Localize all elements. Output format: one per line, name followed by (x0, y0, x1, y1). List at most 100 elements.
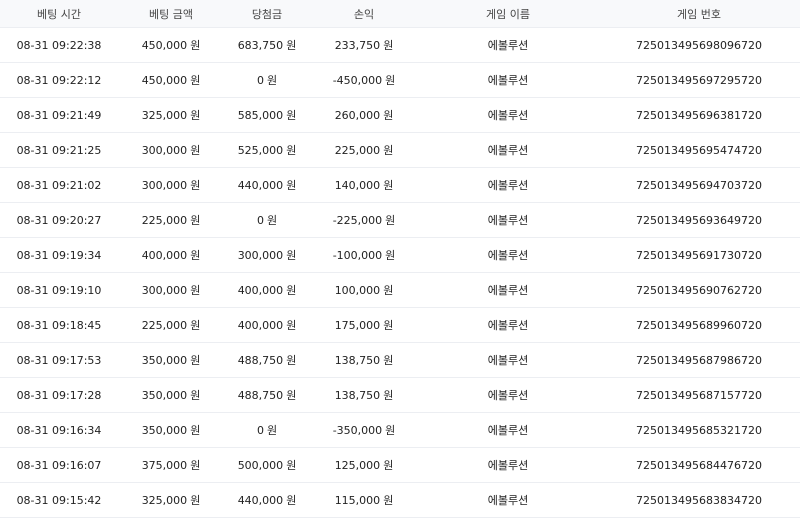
currency-unit: 원 (190, 319, 201, 332)
cell-game-id-value: 725013495695474720 (636, 143, 762, 157)
currency-unit: 원 (385, 424, 396, 437)
cell-profit-loss: -450,000 원 (310, 72, 418, 88)
cell-game-id: 725013495698096720 (598, 39, 800, 52)
cell-game-id: 725013495697295720 (598, 74, 800, 87)
cell-bet-time: 08-31 09:19:10 (0, 284, 118, 297)
cell-bet-amount-value: 450,000 (141, 74, 188, 87)
cell-winnings: 300,000 원 (224, 247, 310, 263)
cell-game-id: 725013495689960720 (598, 319, 800, 332)
currency-unit: 원 (286, 249, 297, 262)
cell-game-name: 에볼루션 (418, 457, 598, 473)
cell-bet-time-value: 08-31 09:20:27 (16, 213, 102, 227)
currency-unit: 원 (190, 249, 201, 262)
table-row[interactable]: 08-31 09:20:27 225,000 원 0 원 -225,000 원 에볼루션 725… (0, 203, 800, 238)
cell-bet-amount: 350,000 원 (118, 387, 224, 403)
cell-bet-amount: 300,000 원 (118, 142, 224, 158)
cell-winnings-value: 488,750 (237, 389, 284, 402)
currency-unit: 원 (385, 74, 396, 87)
currency-unit: 원 (286, 109, 297, 122)
cell-game-name-value: 에볼루션 (487, 354, 529, 367)
cell-profit-loss: 138,750 원 (310, 352, 418, 368)
cell-bet-time-value: 08-31 09:19:10 (16, 283, 102, 297)
table-row[interactable]: 08-31 09:19:34 400,000 원 300,000 원 -100,000 원 에… (0, 238, 800, 273)
currency-unit: 원 (190, 39, 201, 52)
table-row[interactable]: 08-31 09:17:28 350,000 원 488,750 원 138,750 원 에볼… (0, 378, 800, 413)
currency-unit: 원 (286, 494, 297, 507)
cell-bet-time: 08-31 09:22:12 (0, 74, 118, 87)
currency-unit: 원 (385, 249, 396, 262)
table-header: 베팅 시간 베팅 금액 당첨금 손익 게임 이름 게임 번호 (0, 0, 800, 28)
cell-game-id: 725013495687986720 (598, 354, 800, 367)
cell-winnings: 500,000 원 (224, 457, 310, 473)
table-row[interactable]: 08-31 09:21:25 300,000 원 525,000 원 225,000 원 에볼… (0, 133, 800, 168)
cell-bet-time-value: 08-31 09:16:34 (16, 423, 102, 437)
cell-bet-time-value: 08-31 09:17:28 (16, 388, 102, 402)
cell-bet-amount-value: 350,000 (141, 389, 188, 402)
cell-winnings: 0원 (224, 212, 310, 228)
cell-bet-time: 08-31 09:15:42 (0, 494, 118, 507)
cell-profit-loss: 100,000 원 (310, 282, 418, 298)
cell-bet-amount-value: 225,000 (141, 319, 188, 332)
cell-bet-amount-value: 300,000 (141, 179, 188, 192)
table-row[interactable]: 08-31 09:17:53 350,000 원 488,750 원 138,750 원 에볼… (0, 343, 800, 378)
cell-profit-loss: 260,000 원 (310, 107, 418, 123)
cell-bet-amount-value: 350,000 (141, 354, 188, 367)
cell-bet-time-value: 08-31 09:16:07 (16, 458, 102, 472)
cell-game-id-value: 725013495694703720 (636, 178, 762, 192)
currency-unit: 원 (190, 424, 201, 437)
currency-unit: 원 (383, 319, 394, 332)
cell-winnings-value: 488,750 (237, 354, 284, 367)
cell-bet-amount-value: 325,000 (141, 494, 188, 507)
cell-profit-loss: -350,000 원 (310, 422, 418, 438)
cell-winnings: 585,000 원 (224, 107, 310, 123)
cell-profit-loss: 138,750 원 (310, 387, 418, 403)
cell-bet-amount: 325,000 원 (118, 107, 224, 123)
cell-profit-loss: 125,000 원 (310, 457, 418, 473)
cell-bet-amount: 225,000 원 (118, 317, 224, 333)
table-row[interactable]: 08-31 09:15:42 325,000 원 440,000 원 115,000 원 에볼… (0, 483, 800, 518)
cell-game-name: 에볼루션 (418, 352, 598, 368)
cell-winnings-value: 0 (256, 74, 264, 87)
table-row[interactable]: 08-31 09:21:02 300,000 원 440,000 원 140,000 원 에볼… (0, 168, 800, 203)
cell-bet-time-value: 08-31 09:18:45 (16, 318, 102, 332)
cell-bet-amount-value: 300,000 (141, 144, 188, 157)
cell-game-name: 에볼루션 (418, 422, 598, 438)
table-row[interactable]: 08-31 09:22:12 450,000 원 0 원 -450,000 원 에볼루션 725… (0, 63, 800, 98)
cell-bet-amount: 450,000 원 (118, 37, 224, 53)
cell-winnings-value: 585,000 (237, 109, 284, 122)
cell-profit-loss-value: 140,000 (334, 179, 381, 192)
table-row[interactable]: 08-31 09:18:45 225,000 원 400,000 원 175,000 원 에볼… (0, 308, 800, 343)
cell-profit-loss: 175,000 원 (310, 317, 418, 333)
table-row[interactable]: 08-31 09:22:38 450,000 원 683,750 원 233,750 원 에볼… (0, 28, 800, 63)
cell-game-name-value: 에볼루션 (487, 319, 529, 332)
cell-winnings-value: 500,000 (237, 459, 284, 472)
cell-profit-loss-value: 115,000 (334, 494, 381, 507)
cell-bet-time: 08-31 09:17:53 (0, 354, 118, 367)
cell-bet-amount: 450,000 원 (118, 72, 224, 88)
cell-game-name: 에볼루션 (418, 317, 598, 333)
cell-profit-loss-value: 100,000 (334, 284, 381, 297)
cell-winnings-value: 683,750 (237, 39, 284, 52)
cell-bet-time: 08-31 09:21:25 (0, 144, 118, 157)
table-row[interactable]: 08-31 09:16:34 350,000 원 0 원 -350,000 원 에볼루션 725… (0, 413, 800, 448)
cell-game-name-value: 에볼루션 (487, 144, 529, 157)
table-row[interactable]: 08-31 09:21:49 325,000 원 585,000 원 260,000 원 에볼… (0, 98, 800, 133)
header-bet-amount: 베팅 금액 (149, 7, 193, 21)
cell-game-id-value: 725013495684476720 (636, 458, 762, 472)
cell-game-id: 725013495683834720 (598, 494, 800, 507)
cell-bet-time: 08-31 09:17:28 (0, 389, 118, 402)
cell-game-name-value: 에볼루션 (487, 494, 529, 507)
cell-bet-amount-value: 350,000 (141, 424, 188, 437)
cell-bet-amount: 225,000 원 (118, 212, 224, 228)
table-row[interactable]: 08-31 09:16:07 375,000 원 500,000 원 125,000 원 에볼… (0, 448, 800, 483)
cell-game-name: 에볼루션 (418, 247, 598, 263)
table-row[interactable]: 08-31 09:19:10 300,000 원 400,000 원 100,000 원 에볼… (0, 273, 800, 308)
cell-bet-time-value: 08-31 09:22:38 (16, 38, 102, 52)
cell-profit-loss-value: -350,000 (332, 424, 383, 437)
cell-game-id-value: 725013495691730720 (636, 248, 762, 262)
cell-game-name-value: 에볼루션 (487, 214, 529, 227)
cell-bet-amount: 300,000 원 (118, 177, 224, 193)
cell-game-name-value: 에볼루션 (487, 389, 529, 402)
cell-bet-amount: 400,000 원 (118, 247, 224, 263)
cell-bet-time: 08-31 09:16:07 (0, 459, 118, 472)
